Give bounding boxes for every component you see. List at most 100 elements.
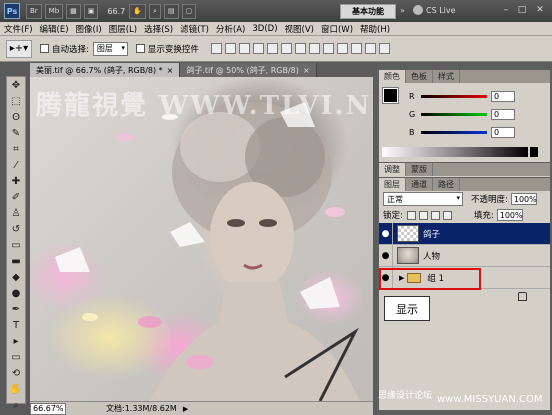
close-window-button[interactable]: ✕ [534,5,546,16]
foreground-color-swatch[interactable] [382,87,399,104]
tab-adjustments[interactable]: 调整 [379,163,406,176]
workspace-menu-icon[interactable]: » [400,6,405,15]
fill-field[interactable]: 100% [496,209,523,221]
pen-icon[interactable]: ✒ [7,301,25,317]
menu-edit[interactable]: 编辑(E) [40,23,69,35]
crop-icon[interactable]: ⌗ [7,141,25,157]
align-bottom-icon[interactable] [238,43,250,54]
distribute-hcenter-icon[interactable] [350,43,362,54]
document-tab[interactable]: 鸽子.tif @ 50% (鸽子, RGB/8) × [180,63,317,77]
red-slider[interactable] [421,94,487,98]
healing-icon[interactable]: ✚ [7,173,25,189]
menu-window[interactable]: 窗口(W) [321,23,353,35]
zoom-icon[interactable]: ⌕ [7,397,25,413]
tab-masks[interactable]: 蒙版 [406,163,433,176]
distribute-top-icon[interactable] [294,43,306,54]
distribute-bottom-icon[interactable] [322,43,334,54]
menu-select[interactable]: 选择(S) [144,23,173,35]
hand-tool-button[interactable]: ✋ [129,3,146,19]
menu-3d[interactable]: 3D(D) [252,24,277,34]
mini-bridge-button[interactable]: Mb [44,3,64,19]
menu-view[interactable]: 视图(V) [285,23,314,35]
arrange-documents-button[interactable]: ▤ [163,3,179,19]
blend-mode-dropdown[interactable]: 正常 [383,192,463,206]
blue-value-field[interactable]: 0 [491,126,515,138]
type-icon[interactable]: T [7,317,25,333]
lock-all-icon[interactable] [442,210,452,220]
zoom-tool-button[interactable]: ⌕ [148,3,161,19]
document-canvas[interactable]: 腾龍視覺 WWW.TLVI.NET [30,77,373,401]
visibility-eye-icon[interactable]: ● [379,244,393,267]
eyedropper-icon[interactable]: ⁄ [7,157,25,173]
opacity-field[interactable]: 100% [510,193,537,205]
align-hcenter-icon[interactable] [266,43,278,54]
menu-image[interactable]: 图像(I) [76,23,102,35]
spectrum-black-chip[interactable] [530,147,538,157]
layer-row-person[interactable]: ● 人物 [379,244,550,267]
marquee-icon[interactable]: ⬚ [7,93,25,109]
visibility-eye-icon[interactable]: ● [379,222,393,245]
menu-file[interactable]: 文件(F) [4,23,33,35]
green-value-field[interactable]: 0 [491,108,515,120]
close-tab-icon[interactable]: × [303,66,310,75]
tab-paths[interactable]: 路径 [433,178,460,191]
auto-align-icon[interactable] [378,43,390,54]
move-icon[interactable]: ✥ [7,77,25,93]
hand-icon[interactable]: ✋ [7,381,25,397]
shape-icon[interactable]: ▭ [7,349,25,365]
brush-icon[interactable]: ✐ [7,189,25,205]
dodge-icon[interactable]: ● [7,285,25,301]
menu-help[interactable]: 帮助(H) [360,23,390,35]
tab-color[interactable]: 颜色 [379,70,406,83]
tab-layers[interactable]: 图层 [379,178,406,191]
distribute-right-icon[interactable] [364,43,376,54]
red-value-field[interactable]: 0 [491,90,515,102]
menu-filter[interactable]: 滤镜(T) [180,23,209,35]
tab-swatches[interactable]: 色板 [406,70,433,83]
align-vcenter-icon[interactable] [224,43,236,54]
minimize-button[interactable]: – [500,5,512,16]
document-info: 文档:1.33M/8.62M [106,404,177,413]
zoom-level-button[interactable]: ▣ [83,3,99,19]
tab-styles[interactable]: 样式 [433,70,460,83]
lock-position-icon[interactable] [430,210,440,220]
auto-select-checkbox[interactable] [40,44,49,53]
stamp-icon[interactable]: ♙ [7,205,25,221]
menu-analysis[interactable]: 分析(A) [216,23,245,35]
lock-transparency-icon[interactable] [406,210,416,220]
3d-rotate-icon[interactable]: ⟲ [7,365,25,381]
eraser-icon[interactable]: ▭ [7,237,25,253]
tool-preset-picker[interactable]: ▸+▾ [6,39,32,58]
show-transform-checkbox[interactable] [135,44,145,53]
quick-select-icon[interactable]: ✎ [7,125,25,141]
history-brush-icon[interactable]: ↺ [7,221,25,237]
zoom-field[interactable]: 66.67% [30,402,66,415]
status-menu-arrow-icon[interactable]: ▶ [183,405,188,413]
document-tab-active[interactable]: 美丽.tif @ 66.7% (鸽子, RGB/8) * × [30,63,181,77]
tab-channels[interactable]: 通道 [406,178,433,191]
view-extras-button[interactable]: ▦ [66,3,81,19]
bridge-button[interactable]: Br [26,3,42,19]
close-tab-icon[interactable]: × [167,66,174,75]
green-slider[interactable] [421,112,487,116]
lasso-icon[interactable]: ʘ [7,109,25,125]
align-left-icon[interactable] [252,43,264,54]
path-select-icon[interactable]: ▸ [7,333,25,349]
auto-select-target-dropdown[interactable]: 图层 [92,41,128,56]
screen-mode-button[interactable]: ▢ [181,3,197,19]
align-top-icon[interactable] [210,43,222,54]
maximize-button[interactable]: □ [516,5,528,16]
layer-row-dove[interactable]: ● 鸽子 [379,222,550,245]
cs-live-button[interactable]: CS Live [413,5,456,15]
align-right-icon[interactable] [280,43,292,54]
distribute-vcenter-icon[interactable] [308,43,320,54]
zoom-level-value[interactable]: 66.7 [107,7,125,16]
distribute-left-icon[interactable] [336,43,348,54]
blue-slider[interactable] [421,130,487,134]
blur-icon[interactable]: ◆ [7,269,25,285]
gradient-icon[interactable]: ▬ [7,253,25,269]
workspace-switcher[interactable]: 基本功能 [340,4,396,19]
menu-layer[interactable]: 图层(L) [109,23,137,35]
lock-pixels-icon[interactable] [418,210,428,220]
color-spectrum-bar[interactable] [382,147,528,157]
